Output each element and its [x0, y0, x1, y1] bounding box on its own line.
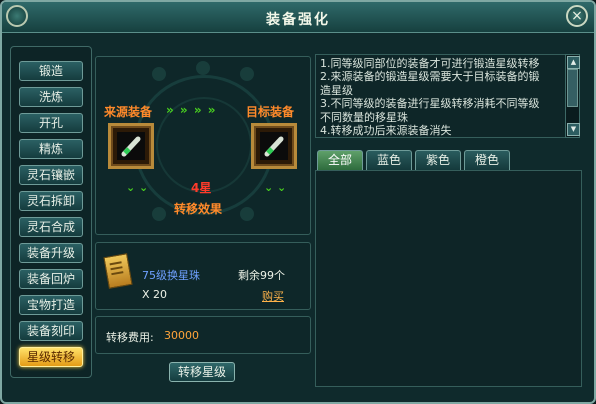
scrollbar-thumb[interactable]	[567, 69, 578, 107]
tab-all[interactable]: 全部	[317, 150, 363, 170]
transfer-panel: 来源装备 » » » » 目标装备 ⌄ ⌄ 4星 ⌄ ⌄ 转移效果	[95, 56, 311, 235]
info-line: 1.同等级同部位的装备才可进行锻造星级转移	[320, 57, 540, 70]
info-line: 2.来源装备的锻造星级需要大于目标装备的锻	[320, 70, 540, 84]
rune-icon	[152, 67, 166, 81]
info-line: 不同数量的移星珠	[320, 110, 408, 124]
cost-panel: 转移费用: 30000	[95, 316, 311, 354]
close-button[interactable]: ×	[566, 5, 588, 27]
info-line: 造星级	[320, 83, 353, 97]
target-equipment-slot[interactable]	[251, 123, 297, 169]
sidebar-item-gem-combine[interactable]: 灵石合成	[19, 217, 83, 237]
down-arrows-left: ⌄ ⌄	[126, 181, 149, 194]
transfer-effect-label: 转移效果	[174, 202, 223, 216]
star-level: 4星	[191, 181, 212, 195]
tab-orange[interactable]: 橙色	[464, 150, 510, 170]
sidebar-item-open-hole[interactable]: 开孔	[19, 113, 83, 133]
source-equipment-label: 来源装备	[104, 105, 153, 119]
material-panel: 75级换星珠 剩余99个 X 20 购买	[95, 242, 311, 310]
target-equipment-label: 目标装备	[246, 105, 295, 119]
buy-link[interactable]: 购买	[262, 288, 284, 304]
weapon-icon	[117, 132, 145, 160]
rune-icon	[240, 67, 254, 81]
transfer-arrows: » » » »	[166, 103, 217, 117]
tab-purple[interactable]: 紫色	[415, 150, 461, 170]
info-line: 3.不同等级的装备进行星级转移消耗不同等级	[320, 97, 540, 111]
rune-icon	[152, 207, 166, 221]
title-bar[interactable]: 装备强化 ×	[2, 2, 594, 33]
source-equipment-slot[interactable]	[108, 123, 154, 169]
weapon-icon	[260, 132, 288, 160]
sidebar-item-wash[interactable]: 洗炼	[19, 87, 83, 107]
scroll-down-icon[interactable]: ▼	[567, 123, 580, 136]
rune-icon	[196, 61, 210, 75]
window-title: 装备强化	[266, 12, 330, 28]
scroll-icon	[103, 253, 133, 289]
sidebar-item-upgrade[interactable]: 装备升级	[19, 243, 83, 263]
material-name: 75级换星珠	[142, 269, 200, 282]
sidebar-item-gem-remove[interactable]: 灵石拆卸	[19, 191, 83, 211]
sidebar-item-star-transfer[interactable]: 星级转移	[19, 347, 83, 367]
sidebar-item-forge[interactable]: 锻造	[19, 61, 83, 81]
sidebar-item-treasure-craft[interactable]: 宝物打造	[19, 295, 83, 315]
info-line: 4.转移成功后来源装备消失	[320, 124, 452, 138]
sidebar-item-refine[interactable]: 精炼	[19, 139, 83, 159]
info-scrollbar[interactable]: ▲ ▼	[565, 54, 580, 138]
sidebar-item-engrave[interactable]: 装备刻印	[19, 321, 83, 341]
tab-blue[interactable]: 蓝色	[366, 150, 412, 170]
info-text-box: 1.同等级同部位的装备才可进行锻造星级转移 2.来源装备的锻造星级需要大于目标装…	[315, 54, 579, 138]
down-arrows-right: ⌄ ⌄	[264, 181, 287, 194]
cost-label: 转移费用:	[106, 331, 154, 344]
sidebar: 锻造 洗炼 开孔 精炼 灵石镶嵌 灵石拆卸 灵石合成 装备升级 装备回炉 宝物打…	[10, 46, 92, 378]
material-quantity: X 20	[142, 288, 168, 301]
scroll-up-icon[interactable]: ▲	[567, 56, 580, 69]
equipment-enhance-window: 装备强化 × 锻造 洗炼 开孔 精炼 灵石镶嵌 灵石拆卸 灵石合成 装备升级 装…	[0, 0, 596, 404]
rune-icon	[240, 207, 254, 221]
transfer-star-button[interactable]: 转移星级	[169, 362, 235, 382]
sidebar-item-recycle[interactable]: 装备回炉	[19, 269, 83, 289]
sidebar-item-gem-inlay[interactable]: 灵石镶嵌	[19, 165, 83, 185]
equipment-list-area[interactable]	[315, 170, 582, 387]
material-remaining: 剩余99个	[238, 269, 285, 282]
cost-value: 30000	[164, 329, 199, 342]
